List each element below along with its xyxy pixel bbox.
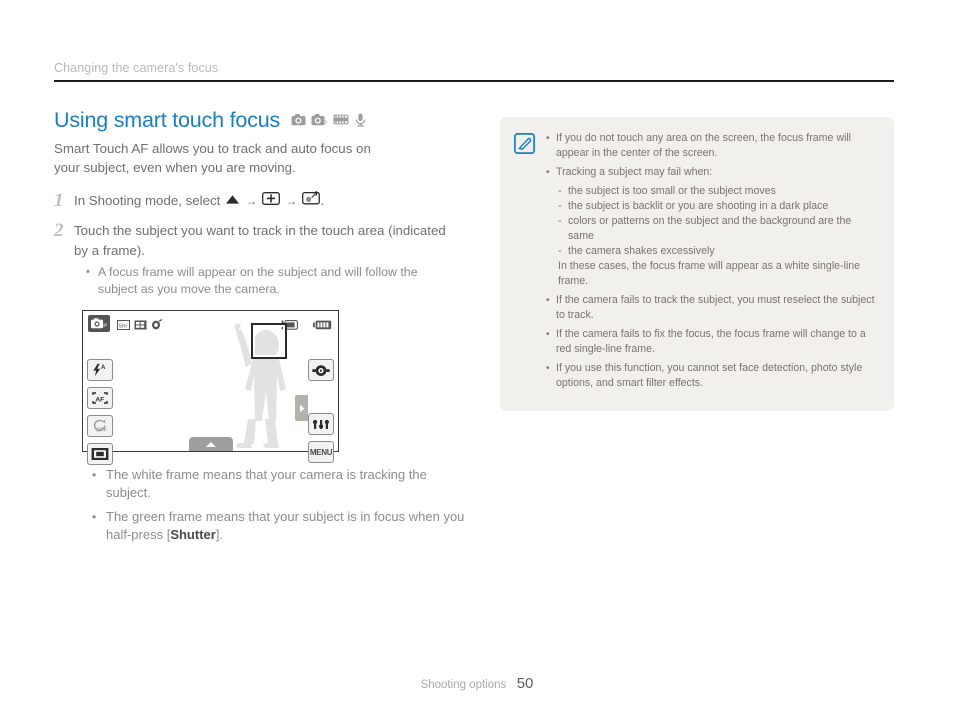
sub-list-item: - colors or patterns on the subject and … bbox=[558, 214, 880, 244]
list-item-text: If you use this function, you cannot set… bbox=[556, 362, 863, 389]
bullet-dot: • bbox=[92, 510, 97, 524]
sub-list-item: - the camera shakes excessively bbox=[558, 244, 880, 259]
list-item: • Tracking a subject may fail when: bbox=[546, 165, 880, 180]
sub-list-item: - the subject is backlit or you are shoo… bbox=[558, 199, 880, 214]
bullet-dot: • bbox=[92, 468, 97, 482]
list-item-text: If you do not touch any area on the scre… bbox=[556, 132, 852, 159]
dash-marker: - bbox=[558, 245, 562, 257]
list-item-text: Tracking a subject may fail when: bbox=[556, 166, 713, 178]
main-content-column: Using smart touch focus P Smart Touch AF… bbox=[54, 108, 464, 550]
bullet-dot: • bbox=[546, 167, 550, 178]
page-title: Using smart touch focus bbox=[54, 108, 281, 132]
sub-list-item-text: the subject is too small or the subject … bbox=[568, 185, 776, 197]
header-divider bbox=[54, 80, 894, 82]
bullet-dot: • bbox=[546, 295, 550, 306]
note-pen-icon bbox=[514, 131, 536, 395]
mode-program-icon: P bbox=[88, 315, 110, 332]
bullet-dot: • bbox=[546, 133, 550, 144]
note-plain-text: In these cases, the focus frame will app… bbox=[558, 260, 861, 287]
sub-list-item-text: the camera shakes excessively bbox=[568, 245, 715, 257]
lcd-left-button-column: A AF OFF bbox=[87, 359, 113, 471]
sub-list-item-text: colors or patterns on the subject and th… bbox=[568, 215, 852, 242]
metering-icon bbox=[151, 317, 163, 335]
lcd-right-button-column: MENU bbox=[308, 359, 334, 469]
camera-icon bbox=[291, 113, 306, 131]
svg-text:OFF: OFF bbox=[96, 428, 107, 433]
step-number: 1 bbox=[54, 190, 64, 211]
adjust-icon[interactable] bbox=[308, 413, 334, 435]
tab-arrow-right-icon[interactable] bbox=[295, 395, 308, 421]
bullet-dot: • bbox=[546, 329, 550, 340]
resolution-icon: 5m bbox=[117, 317, 130, 335]
sub-list-item: - the subject is too small or the subjec… bbox=[558, 184, 880, 199]
list-item: • If you do not touch any area on the sc… bbox=[546, 131, 880, 161]
menu-button[interactable]: MENU bbox=[308, 441, 334, 463]
dash-marker: - bbox=[558, 215, 562, 227]
note-callout-box: • If you do not touch any area on the sc… bbox=[500, 117, 894, 411]
list-item: • If the camera fails to track the subje… bbox=[546, 293, 880, 323]
burst-icon bbox=[134, 317, 147, 335]
list-item-text: The white frame means that your camera i… bbox=[106, 467, 427, 500]
movie-icon bbox=[333, 113, 349, 131]
battery-icon bbox=[313, 317, 332, 335]
step-text: Touch the subject you want to track in t… bbox=[74, 223, 446, 258]
svg-text:A: A bbox=[101, 365, 106, 371]
svg-text:P: P bbox=[103, 324, 107, 329]
display-icon[interactable] bbox=[87, 443, 113, 465]
dash-marker: - bbox=[558, 200, 562, 212]
bullet-dot: • bbox=[546, 363, 550, 374]
svg-text:5m: 5m bbox=[119, 323, 127, 329]
list-item: • The green frame means that your subjec… bbox=[92, 508, 472, 544]
step-text-after: . bbox=[320, 193, 325, 208]
step-text: In Shooting mode, select bbox=[74, 193, 221, 208]
bullet-dot: • bbox=[86, 266, 90, 278]
mode-icon-group: P bbox=[291, 110, 367, 132]
list-item-text-pre: The green frame means that your subject … bbox=[106, 509, 465, 542]
list-item: • If the camera fails to fix the focus, … bbox=[546, 327, 880, 357]
auto-focus-icon[interactable]: AF bbox=[87, 387, 113, 409]
step-sub-bullets: • A focus frame will appear on the subje… bbox=[74, 264, 454, 298]
shutter-key-label: Shutter bbox=[170, 527, 216, 542]
plus-box-icon bbox=[262, 191, 281, 211]
list-item: • The white frame means that your camera… bbox=[92, 466, 472, 502]
svg-text:AF: AF bbox=[95, 396, 104, 403]
camera-lcd-illustration: P 5m A AF OFF MENU bbox=[82, 310, 339, 465]
page-footer: Shooting options 50 bbox=[0, 675, 954, 693]
steps-list: 1 In Shooting mode, select → → . 2 Touch… bbox=[54, 190, 454, 298]
ev-dial-icon[interactable] bbox=[308, 359, 334, 381]
list-item-text-post: ]. bbox=[215, 527, 224, 542]
step-item: 2 Touch the subject you want to track in… bbox=[54, 221, 454, 298]
tab-arrow-up-icon[interactable] bbox=[188, 437, 233, 451]
sub-list-item-text: the subject is backlit or you are shooti… bbox=[568, 200, 829, 212]
camera-program-icon: P bbox=[311, 113, 328, 131]
running-header-text: Changing the camera's focus bbox=[54, 61, 219, 75]
focus-frame bbox=[251, 323, 287, 359]
list-item-text: The green frame means that your subject … bbox=[106, 508, 472, 544]
section-heading-row: Using smart touch focus P bbox=[54, 108, 454, 133]
running-header: Changing the camera's focus bbox=[54, 60, 894, 82]
flash-auto-icon[interactable]: A bbox=[87, 359, 113, 381]
list-item-text: If the camera fails to track the subject… bbox=[556, 294, 875, 321]
list-item: • A focus frame will appear on the subje… bbox=[86, 264, 454, 298]
svg-text:P: P bbox=[323, 120, 327, 126]
voice-recorder-icon bbox=[354, 113, 367, 132]
step-arrow: → bbox=[285, 194, 298, 208]
step-arrow: → bbox=[245, 194, 258, 208]
footer-label: Shooting options bbox=[420, 679, 507, 691]
timer-off-icon[interactable]: OFF bbox=[87, 415, 113, 437]
step-body: Touch the subject you want to track in t… bbox=[74, 221, 454, 298]
list-item: • If you use this function, you cannot s… bbox=[546, 361, 880, 391]
note-items: • If you do not touch any area on the sc… bbox=[546, 131, 880, 395]
page-number: 50 bbox=[516, 675, 534, 692]
figure-notes-list: • The white frame means that your camera… bbox=[92, 466, 472, 544]
list-item-text: If the camera fails to fix the focus, th… bbox=[556, 328, 866, 355]
intro-paragraph: Smart Touch AF allows you to track and a… bbox=[54, 141, 371, 175]
dash-marker: - bbox=[558, 185, 562, 197]
smart-touch-af-icon bbox=[302, 190, 321, 211]
list-item-text: A focus frame will appear on the subject… bbox=[98, 265, 418, 296]
step-body: In Shooting mode, select → → . bbox=[74, 190, 454, 211]
triangle-up-icon bbox=[225, 191, 240, 211]
step-item: 1 In Shooting mode, select → → . bbox=[54, 190, 454, 211]
step-number: 2 bbox=[54, 220, 64, 241]
